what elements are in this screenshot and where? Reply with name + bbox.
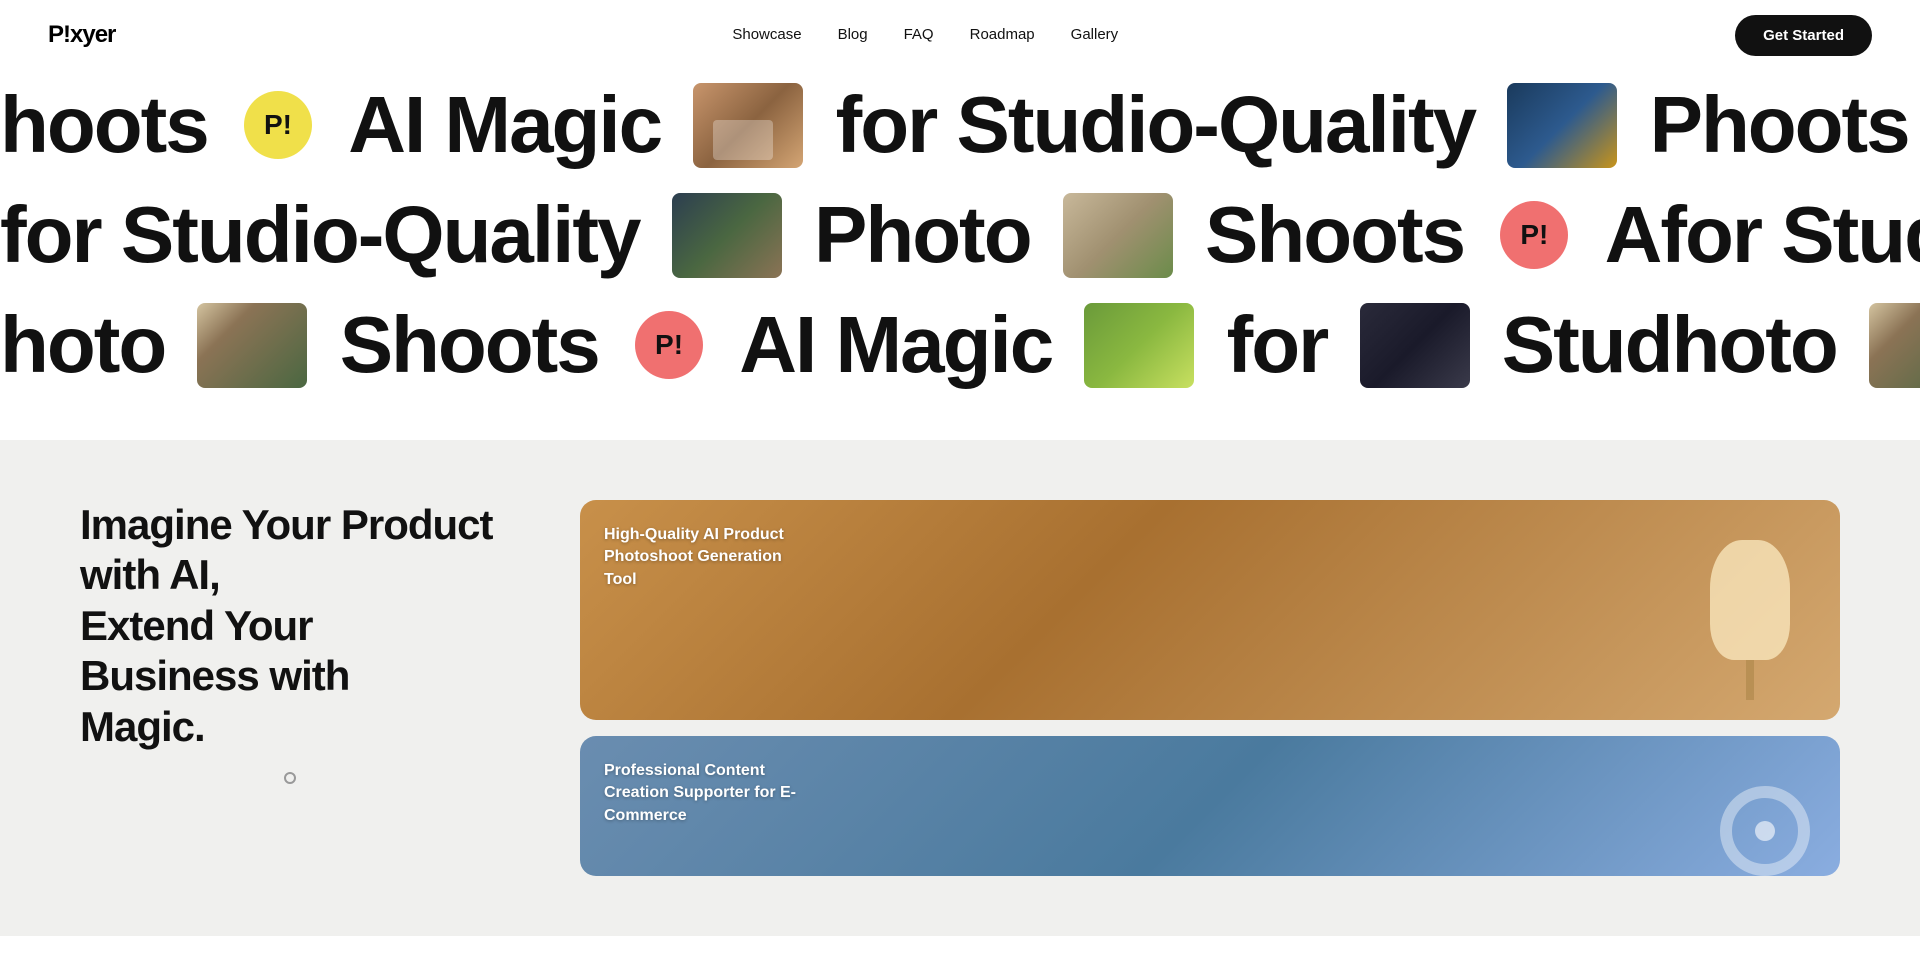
card-fan: Professional Content Creation Supporter …: [580, 736, 1840, 876]
marquee-text: hoto: [0, 305, 185, 385]
nav-link-gallery[interactable]: Gallery: [1071, 26, 1119, 43]
product-image-watch-3: [672, 193, 782, 278]
marquee-text: P: [1629, 85, 1701, 165]
lamp-base: [1746, 660, 1754, 700]
logo[interactable]: P!xyer: [48, 21, 115, 49]
marquee-text: AI Magic: [328, 85, 681, 165]
marquee-row-3: hoto Shoots P! AI Magic for Stud hoto Sh…: [0, 290, 1920, 400]
nav-link-faq[interactable]: FAQ: [904, 26, 934, 43]
marquee-text: hoto: [1671, 305, 1856, 385]
product-image-drink-1: [1084, 303, 1194, 388]
marquee-track-2: for Studio-Quality Photo Shoots P! A for…: [0, 193, 1920, 278]
marquee-text: hoots: [0, 85, 228, 165]
marquee-text: AI Magic: [719, 305, 1072, 385]
card-lamp-title: High-Quality AI Product Photoshoot Gener…: [604, 524, 804, 591]
product-image-cream-1: [1063, 193, 1173, 278]
product-image-cream2-1: [197, 303, 307, 388]
lamp-shade: [1710, 540, 1790, 660]
logo-text: P!xyer: [48, 21, 115, 48]
marquee-text: for: [1206, 305, 1347, 385]
product-image-kitchen-1: [693, 83, 803, 168]
product-image-cream2-2: [1869, 303, 1920, 388]
product-image-watch-1: [1507, 83, 1617, 168]
marquee-text: Stud: [1482, 305, 1672, 385]
logo-badge-pink-3: P!: [635, 311, 703, 379]
content-left: Imagine Your Product with AI, Extend You…: [80, 500, 500, 784]
hero-heading: Imagine Your Product with AI, Extend You…: [80, 500, 500, 752]
dot-indicator: [284, 772, 296, 784]
nav-link-blog[interactable]: Blog: [838, 26, 868, 43]
nav-link-roadmap[interactable]: Roadmap: [970, 26, 1035, 43]
marquee-track-1: hoots P! AI Magic for Studio-Quality P h…: [0, 83, 1920, 168]
content-section: Imagine Your Product with AI, Extend You…: [0, 440, 1920, 936]
logo-badge-yellow-1: P!: [244, 91, 312, 159]
nav-links: Showcase Blog FAQ Roadmap Gallery: [732, 26, 1118, 44]
get-started-button[interactable]: Get Started: [1735, 15, 1872, 56]
navbar: P!xyer Showcase Blog FAQ Roadmap Gallery…: [0, 0, 1920, 70]
lamp-illustration: [1690, 540, 1810, 720]
card-fan-title: Professional Content Creation Supporter …: [604, 760, 804, 827]
marquee-text: for Studio-Quality: [815, 85, 1495, 165]
fan-illustration: [1720, 786, 1820, 876]
nav-link-showcase[interactable]: Showcase: [732, 26, 801, 43]
marquee-track-3: hoto Shoots P! AI Magic for Stud hoto Sh…: [0, 303, 1920, 388]
marquee-text: for Studio-Quality: [0, 195, 660, 275]
product-image-speaker-1: [1360, 303, 1470, 388]
marquee-text: Shoots: [319, 305, 619, 385]
marquee-text: A: [1584, 195, 1660, 275]
content-right: High-Quality AI Product Photoshoot Gener…: [580, 500, 1840, 876]
marquee-text: hoots: [1701, 85, 1920, 165]
marquee-section: hoots P! AI Magic for Studio-Quality P h…: [0, 70, 1920, 400]
marquee-text: Photo: [794, 195, 1051, 275]
card-lamp: High-Quality AI Product Photoshoot Gener…: [580, 500, 1840, 720]
marquee-row-2: for Studio-Quality Photo Shoots P! A for…: [0, 180, 1920, 290]
marquee-text: Shoots: [1185, 195, 1485, 275]
marquee-row-1: hoots P! AI Magic for Studio-Quality P h…: [0, 70, 1920, 180]
logo-badge-pink-1: P!: [1500, 201, 1568, 269]
fan-circle: [1720, 786, 1810, 876]
marquee-text: for Studio-Quality: [1660, 195, 1920, 275]
